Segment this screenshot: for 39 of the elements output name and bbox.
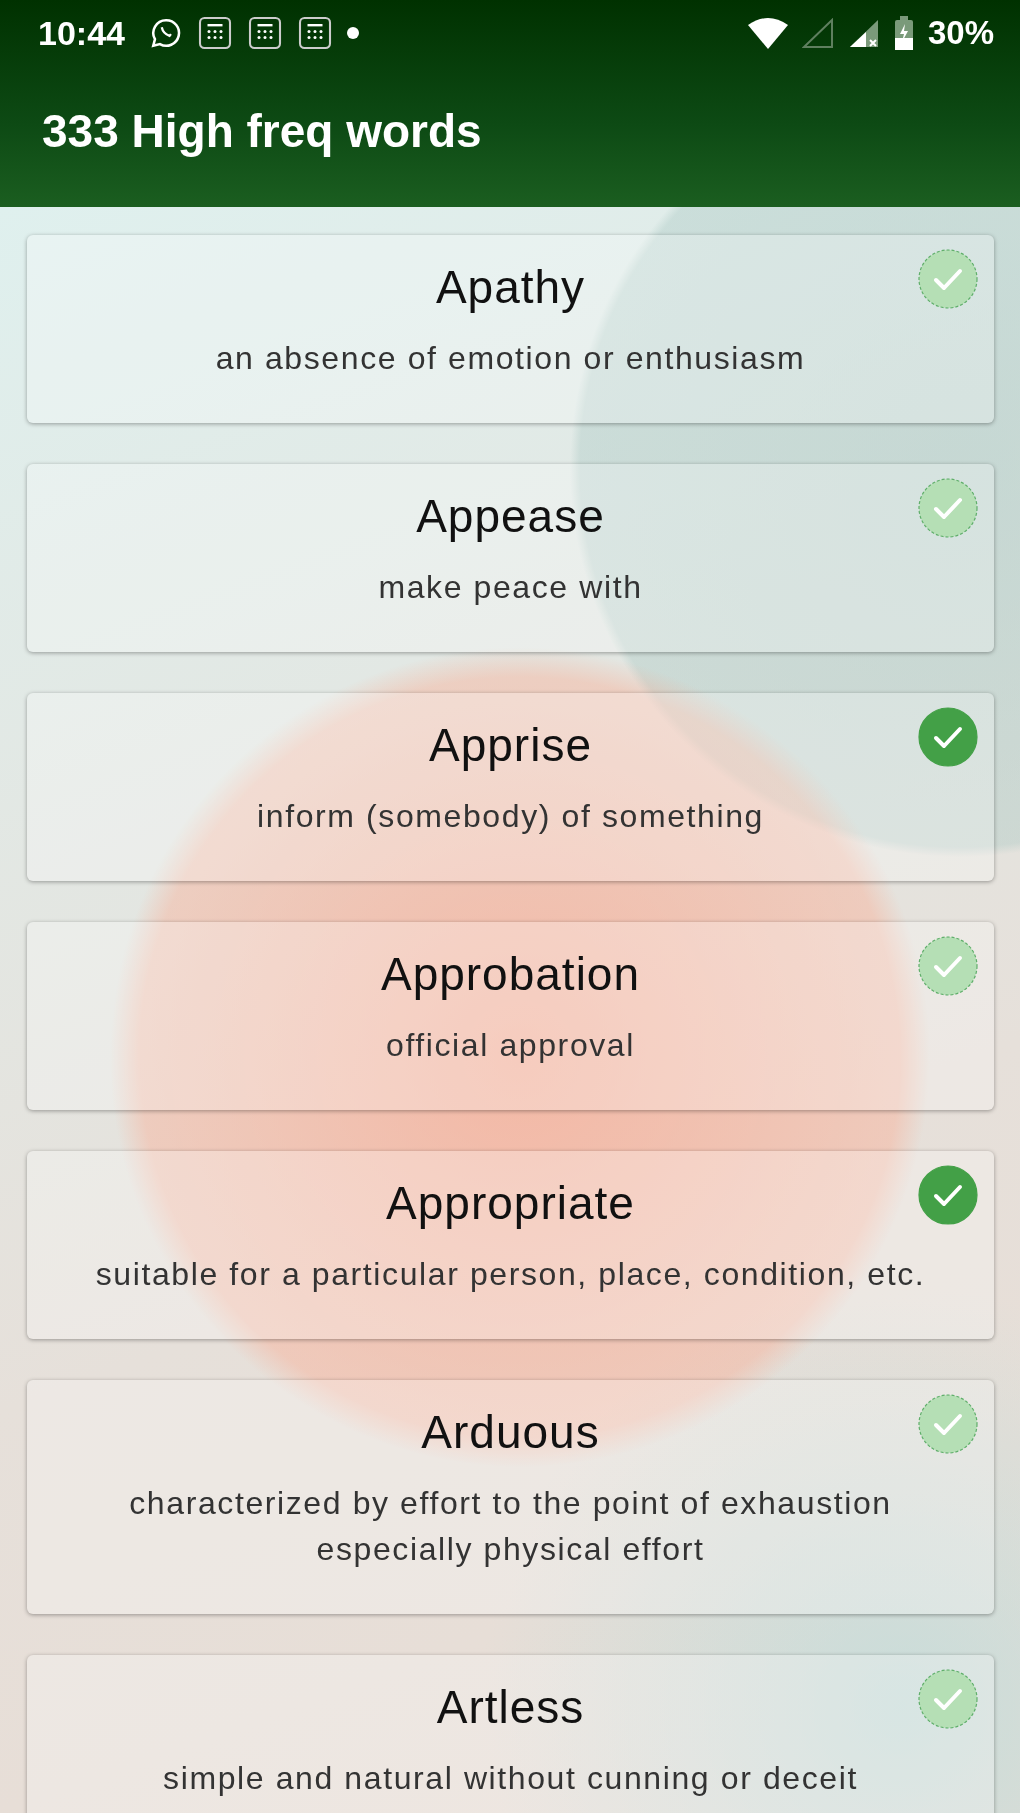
word-definition: characterized by effort to the point of exhaustion especially physical effort: [128, 1484, 893, 1569]
chat-icon: [148, 16, 183, 50]
word-definition: make peace with: [377, 568, 644, 607]
word-title: Arduous: [421, 1405, 600, 1460]
word-title: Appease: [416, 489, 605, 544]
battery-icon: [893, 16, 914, 50]
check-icon[interactable]: [918, 936, 978, 996]
check-icon[interactable]: [918, 707, 978, 767]
dot-icon: [346, 27, 359, 39]
word-title: Apathy: [435, 260, 586, 315]
wifi-icon: [747, 17, 788, 49]
word-card[interactable]: Arduous characterized by effort to the point of exhaustion especially physical effort: [27, 1380, 994, 1614]
word-card[interactable]: Approbation official approval: [27, 922, 994, 1110]
signal-icon: [801, 18, 834, 48]
word-definition: inform (somebody) of something: [256, 797, 765, 836]
word-title: Approbation: [380, 947, 641, 1002]
calculator-icon: [296, 15, 333, 51]
check-icon[interactable]: [918, 1394, 978, 1454]
word-title: Artless: [436, 1680, 585, 1735]
word-definition: simple and natural without cunning or deceit: [162, 1759, 859, 1798]
word-definition: an absence of emotion or enthusiasm: [214, 339, 807, 378]
word-card[interactable]: Apathy an absence of emotion or enthusiasm: [27, 235, 994, 423]
calculator-icon: [196, 15, 233, 51]
word-card[interactable]: Apprise inform (somebody) of something: [27, 693, 994, 881]
check-icon[interactable]: [918, 478, 978, 538]
word-card[interactable]: Appease make peace with: [27, 464, 994, 652]
word-definition: official approval: [385, 1026, 636, 1065]
app-title: 333 High freq words: [42, 103, 482, 158]
word-card[interactable]: Appropriate suitable for a particular person, place, condition, etc.: [27, 1151, 994, 1339]
word-card[interactable]: Artless simple and natural without cunning or deceit: [27, 1655, 994, 1813]
word-title: Appropriate: [386, 1176, 635, 1231]
word-definition: suitable for a particular person, place, condition, etc.: [94, 1255, 927, 1294]
calculator-icon: [246, 15, 283, 51]
check-icon[interactable]: [918, 1165, 978, 1225]
check-icon[interactable]: [918, 1669, 978, 1729]
word-title: Apprise: [429, 718, 592, 773]
status-time: 10:44: [38, 13, 125, 53]
battery-percent: 30%: [927, 14, 994, 52]
check-icon[interactable]: [918, 249, 978, 309]
